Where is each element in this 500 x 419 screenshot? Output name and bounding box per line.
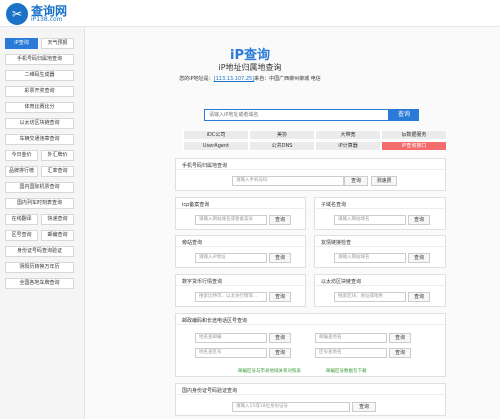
sidebar-item-brands[interactable]: 品牌排行榜 xyxy=(5,166,38,177)
postal-panel: 邮政编码和长途电话区号查询 地名查邮编 查询 邮编查地名 查询 地名查区号 查询… xyxy=(175,313,446,377)
tab-idc[interactable]: iDC公司 xyxy=(183,130,249,140)
ip-value[interactable]: [113.13.107.25] xyxy=(214,76,254,82)
divider xyxy=(315,208,445,209)
friendlink-panel-title: 友情链接检查 xyxy=(321,240,352,246)
sidebar: iP查询 天气预报 手机号码归属地查询 二维码生成器 彩票开奖查询 体育比赛比分… xyxy=(0,27,85,419)
areacode-place-to-code-input[interactable]: 地名查区号 xyxy=(195,348,267,358)
areacode-place-to-code-button[interactable]: 查询 xyxy=(269,348,291,358)
divider xyxy=(176,208,305,209)
top-bar: ✂ 查询网 iP138.com xyxy=(0,0,500,27)
mobile-speed-button[interactable]: 测速费 xyxy=(371,176,397,186)
ip-label: 您的iP地址是： xyxy=(179,76,214,82)
ip-search-button[interactable]: 查询 xyxy=(389,109,419,121)
tools-icon[interactable]: ✂ xyxy=(6,3,28,25)
sidebar-item-exchange[interactable]: 汇率查询 xyxy=(41,166,74,177)
sidebar-item-plates[interactable]: 全国各地车牌查询 xyxy=(5,278,74,289)
subdomain-panel-title: 子域名查询 xyxy=(321,202,347,208)
ethereum-panel-title: 以太坊区块链查询 xyxy=(321,279,362,285)
sidebar-item-lottery[interactable]: 彩票开奖查询 xyxy=(5,86,74,97)
sidebar-item-gold[interactable]: 今日金价 xyxy=(5,150,38,161)
postal-place-to-code-input[interactable]: 地名查邮编 xyxy=(195,333,267,343)
divider xyxy=(176,246,305,247)
idcard-query-button[interactable]: 查询 xyxy=(352,402,376,412)
sidebar-item-express[interactable]: 快递查询 xyxy=(41,214,74,225)
idcard-panel-title: 国内身份证号码验证查询 xyxy=(182,388,238,394)
postal-code-to-place-button[interactable]: 查询 xyxy=(389,333,411,343)
tab-useragent[interactable]: UserAgent xyxy=(183,141,249,151)
friendlink-panel: 友情链接检查 请输入网站域名 查询 xyxy=(314,235,446,268)
ip-search-input[interactable] xyxy=(204,109,389,121)
subdomain-panel: 子域名查询 请输入网站域名 查询 xyxy=(314,197,446,230)
friendlink-input[interactable]: 请输入网站域名 xyxy=(334,253,406,263)
mobile-panel: 手机号码归属地查询 请输入手机号码 查询 测速费 xyxy=(175,158,446,191)
tab-bandwidth[interactable]: 大带宽 xyxy=(315,130,381,140)
ethereum-panel: 以太坊区块链查询 搜索区块、地址或哈希 查询 xyxy=(314,274,446,307)
sidebar-item-flights[interactable]: 国内国际机票查询 xyxy=(5,182,74,193)
idcard-input[interactable]: 请输入15或18位身份证号 xyxy=(232,402,350,412)
page-title: iP查询 xyxy=(230,48,270,63)
divider xyxy=(176,285,305,286)
station-query-button[interactable]: 查询 xyxy=(269,253,291,263)
divider xyxy=(176,394,445,395)
sidebar-item-traffic[interactable]: 车辆交通违章查询 xyxy=(5,134,74,145)
site-domain: iP138.com xyxy=(31,16,63,23)
idcard-panel: 国内身份证号码验证查询 请输入15或18位身份证号 查询 xyxy=(175,383,446,416)
subdomain-query-button[interactable]: 查询 xyxy=(408,215,430,225)
sidebar-item-sports[interactable]: 体育比赛比分 xyxy=(5,102,74,113)
crypto-input[interactable]: 搜索比特币、以太坊行情等... xyxy=(195,292,267,302)
station-input[interactable]: 请输入iP地址 xyxy=(195,253,267,263)
page-subtitle: iP地址归属地查询 xyxy=(218,63,282,72)
postal-data-download-link[interactable]: 邮编区号数据包下载 xyxy=(326,368,367,374)
friendlink-query-button[interactable]: 查询 xyxy=(408,253,430,263)
sidebar-item-calendar[interactable]: 阴阳历转换万年历 xyxy=(5,262,74,273)
sidebar-item-translate[interactable]: 在线翻译 xyxy=(5,214,38,225)
sidebar-item-postcode[interactable]: 邮编查询 xyxy=(41,230,74,241)
ethereum-query-button[interactable]: 查询 xyxy=(408,292,430,302)
icp-panel-title: icp备案查询 xyxy=(182,202,210,208)
tab-ip-data[interactable]: Ip数据服务 xyxy=(381,130,447,140)
icp-input[interactable]: 请输入网站域名或者备案号 xyxy=(195,215,267,225)
crypto-query-button[interactable]: 查询 xyxy=(269,292,291,302)
tab-public-dns[interactable]: 公共DNS xyxy=(249,141,315,151)
divider xyxy=(176,169,445,170)
subdomain-input[interactable]: 请输入网站域名 xyxy=(334,215,406,225)
sidebar-item-trains[interactable]: 国内列车时刻表查询 xyxy=(5,198,74,209)
sidebar-item-forex[interactable]: 外汇牌价 xyxy=(41,150,74,161)
tab-meixie[interactable]: 美协 xyxy=(249,130,315,140)
divider xyxy=(315,285,445,286)
icp-query-button[interactable]: 查询 xyxy=(269,215,291,225)
postal-code-to-place-input[interactable]: 邮编查地名 xyxy=(315,333,387,343)
postal-panel-title: 邮政编码和长途电话区号查询 xyxy=(182,318,248,324)
postal-place-to-code-button[interactable]: 查询 xyxy=(269,333,291,343)
mobile-input[interactable]: 请输入手机号码 xyxy=(232,176,344,186)
tab-ip-calculator[interactable]: iP计算器 xyxy=(315,141,381,151)
station-panel-title: 旁站查询 xyxy=(182,240,203,246)
station-panel: 旁站查询 请输入iP地址 查询 xyxy=(175,235,306,268)
crypto-panel-title: 数字货币行情查询 xyxy=(182,279,223,285)
ip-info: 您的iP地址是：[113.13.107.25]来自：中国广西柳州柳城 电信 xyxy=(0,75,500,82)
divider xyxy=(315,246,445,247)
areacode-code-to-place-button[interactable]: 查询 xyxy=(389,348,411,358)
mobile-panel-title: 手机号码归属地查询 xyxy=(182,163,228,169)
crypto-panel: 数字货币行情查询 搜索比特币、以太坊行情等... 查询 xyxy=(175,274,306,307)
areacode-code-to-place-input[interactable]: 区号查地名 xyxy=(315,348,387,358)
ip-location: 来自：中国广西柳州柳城 电信 xyxy=(254,76,321,82)
ethereum-input[interactable]: 搜索区块、地址或哈希 xyxy=(334,292,406,302)
tab-ip-api[interactable]: iP查询接口 xyxy=(381,141,447,151)
icp-panel: icp备案查询 请输入网站域名或者备案号 查询 xyxy=(175,197,306,230)
sidebar-item-areacode[interactable]: 区号查询 xyxy=(5,230,38,241)
divider xyxy=(176,324,445,325)
postal-region-table-link[interactable]: 邮编区号与市县地域关系对照表 xyxy=(238,368,301,374)
sidebar-item-idcard[interactable]: 身份证号码查询验证 xyxy=(5,246,74,257)
sidebar-item-ethereum[interactable]: 以太坊区块链查询 xyxy=(5,118,74,129)
mobile-query-button[interactable]: 查询 xyxy=(344,176,368,186)
